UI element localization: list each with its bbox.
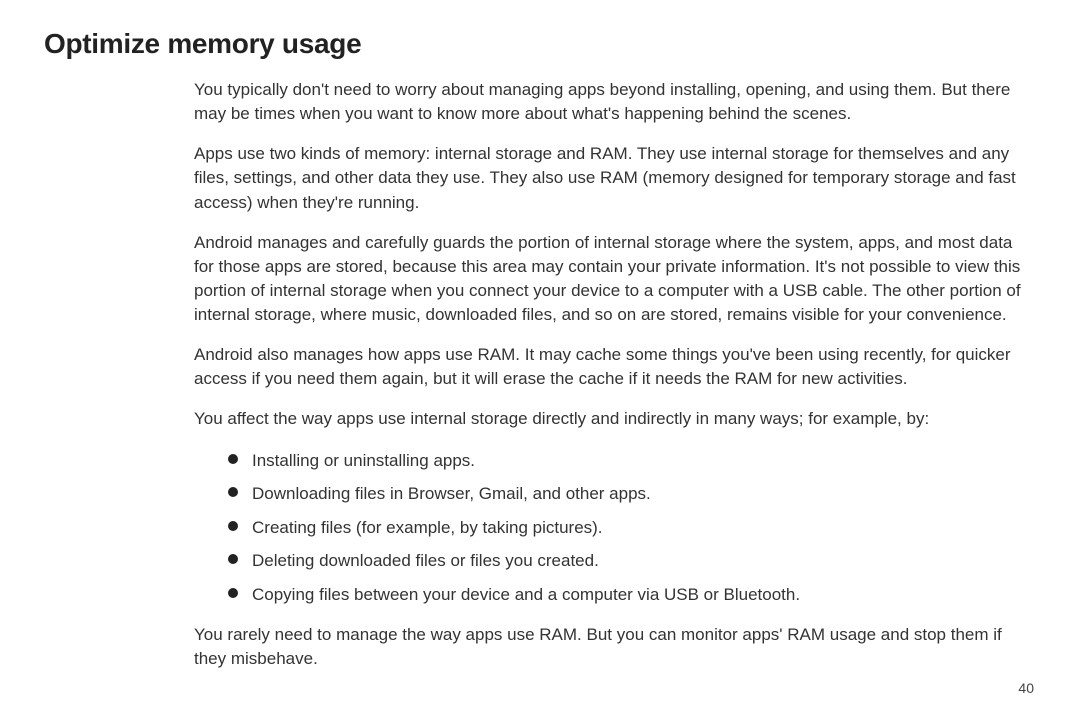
- list-item: Installing or uninstalling apps.: [228, 448, 1022, 474]
- paragraph-closing: You rarely need to manage the way apps u…: [194, 623, 1022, 671]
- paragraph-intro: You typically don't need to worry about …: [194, 78, 1022, 126]
- list-item: Deleting downloaded files or files you c…: [228, 548, 1022, 574]
- paragraph-internal-storage: Android manages and carefully guards the…: [194, 231, 1022, 328]
- paragraph-memory-types: Apps use two kinds of memory: internal s…: [194, 142, 1022, 214]
- list-item: Downloading files in Browser, Gmail, and…: [228, 481, 1022, 507]
- paragraph-list-intro: You affect the way apps use internal sto…: [194, 407, 1022, 431]
- page-heading: Optimize memory usage: [44, 28, 1036, 60]
- document-page: Optimize memory usage You typically don'…: [0, 0, 1080, 720]
- bullet-list: Installing or uninstalling apps. Downloa…: [194, 448, 1022, 608]
- body-content: You typically don't need to worry about …: [194, 78, 1022, 671]
- list-item: Creating files (for example, by taking p…: [228, 515, 1022, 541]
- paragraph-ram-cache: Android also manages how apps use RAM. I…: [194, 343, 1022, 391]
- list-item: Copying files between your device and a …: [228, 582, 1022, 608]
- page-number: 40: [1018, 680, 1034, 696]
